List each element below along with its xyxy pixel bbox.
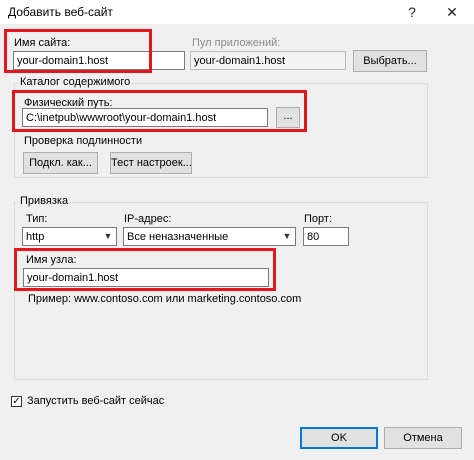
ip-address-select-value: Все неназначенные (127, 231, 229, 243)
port-input[interactable]: 80 (303, 227, 349, 246)
chevron-down-icon: ▼ (282, 231, 292, 241)
ip-address-label: IP-адрес: (124, 213, 172, 225)
close-icon[interactable]: ✕ (440, 3, 464, 21)
port-label: Порт: (304, 213, 332, 225)
content-directory-group-label: Каталог содержимого (18, 76, 133, 88)
app-pool-field: your-domain1.host (190, 51, 346, 70)
ok-button[interactable]: OK (300, 427, 378, 449)
checkmark-icon: ✓ (12, 396, 21, 407)
authentication-label: Проверка подлинности (24, 135, 143, 147)
test-settings-button[interactable]: Тест настроек... (110, 152, 192, 174)
host-name-highlight (14, 248, 276, 291)
ip-address-select[interactable]: Все неназначенные ▼ (123, 227, 296, 246)
cancel-button[interactable]: Отмена (384, 427, 462, 449)
type-label: Тип: (26, 213, 48, 225)
type-select-value: http (26, 231, 45, 243)
host-name-example: Пример: www.contoso.com или marketing.co… (28, 293, 302, 305)
select-pool-button[interactable]: Выбрать... (353, 50, 427, 72)
connect-as-button[interactable]: Подкл. как... (23, 152, 98, 174)
start-site-label: Запустить веб-сайт сейчас (27, 395, 165, 407)
binding-group-label: Привязка (18, 195, 71, 207)
start-site-checkbox[interactable]: ✓ (11, 396, 22, 407)
window-title: Добавить веб-сайт (8, 5, 113, 19)
site-name-highlight (4, 29, 152, 73)
physical-path-highlight (12, 90, 307, 132)
chevron-down-icon: ▼ (103, 231, 113, 241)
app-pool-label: Пул приложений: (192, 37, 281, 49)
help-icon[interactable]: ? (400, 3, 424, 21)
type-select[interactable]: http ▼ (22, 227, 117, 246)
